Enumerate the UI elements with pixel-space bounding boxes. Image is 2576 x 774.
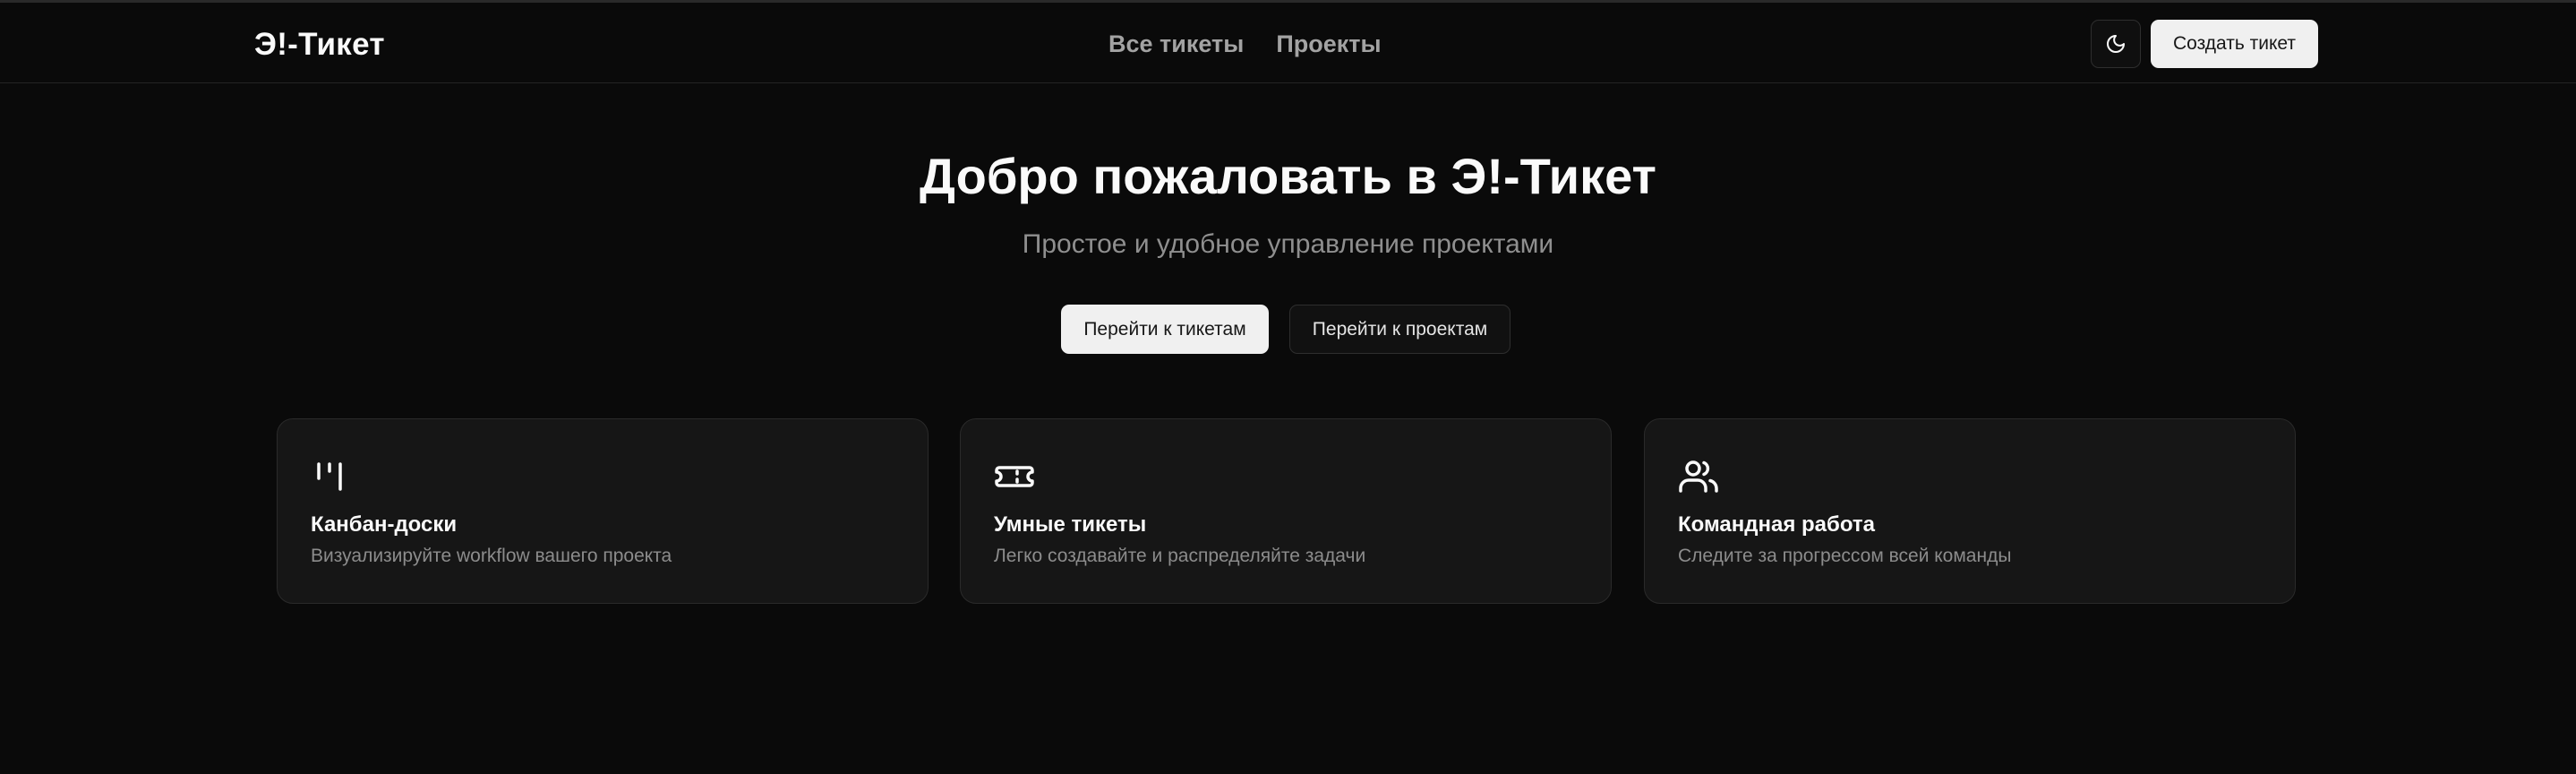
nav-all-tickets[interactable]: Все тикеты (1108, 30, 1244, 58)
feature-description: Легко создавайте и распределяйте задачи (994, 546, 1366, 566)
moon-icon (2107, 35, 2125, 53)
feature-title: Канбан-доски (311, 512, 458, 537)
nav-projects[interactable]: Проекты (1276, 30, 1381, 58)
hero-title: Добро пожаловать в Э!-Тикет (920, 148, 1656, 204)
kanban-icon (317, 462, 342, 491)
users-icon (1679, 460, 1718, 493)
create-ticket-button[interactable]: Создать тикет (2151, 20, 2318, 68)
feature-title: Умные тикеты (994, 512, 1147, 537)
logo[interactable]: Э!-Тикет (254, 27, 385, 63)
go-to-projects-button[interactable]: Перейти к проектам (1289, 305, 1511, 354)
main-nav: Все тикеты Проекты (1108, 30, 1382, 58)
site-header: Э!-Тикет Все тикеты Проекты Создать тике… (0, 3, 2576, 83)
feature-title: Командная работа (1678, 512, 1876, 537)
hero-subtitle: Простое и удобное управление проектами (1022, 229, 1554, 259)
ticket-icon (995, 466, 1034, 487)
feature-description: Визуализируйте workflow вашего проекта (311, 546, 672, 566)
go-to-tickets-button[interactable]: Перейти к тикетам (1061, 305, 1269, 354)
theme-toggle-button[interactable] (2091, 20, 2141, 68)
feature-card-teamwork: Командная работа Следите за прогрессом в… (1644, 418, 2296, 604)
feature-card-kanban: Канбан-доски Визуализируйте workflow ваш… (277, 418, 929, 604)
feature-description: Следите за прогрессом всей команды (1678, 546, 2012, 566)
feature-card-tickets: Умные тикеты Легко создавайте и распреде… (960, 418, 1612, 604)
